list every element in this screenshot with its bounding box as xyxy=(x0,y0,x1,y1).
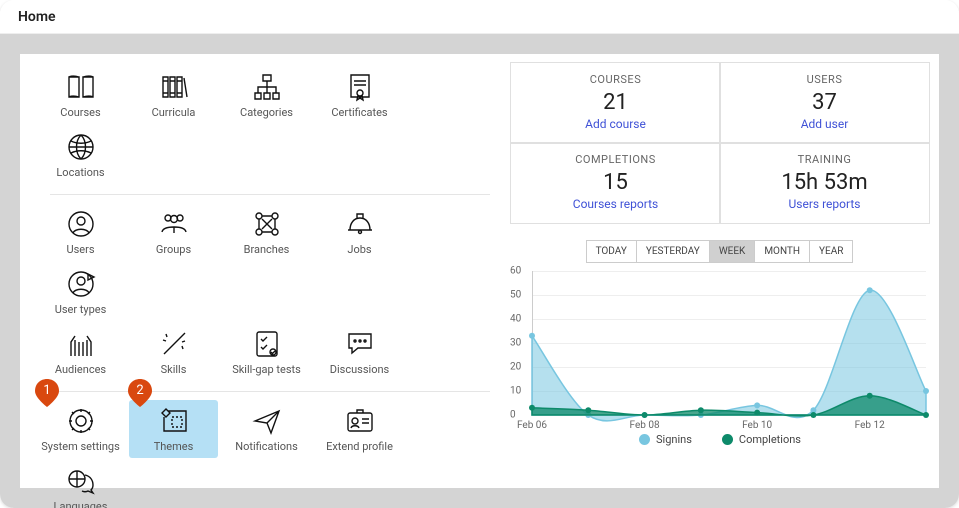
idcard-icon xyxy=(344,405,376,437)
stat-training: TRAINING 15h 53m Users reports xyxy=(719,142,930,224)
tile-languages[interactable]: Languages xyxy=(36,460,125,508)
globe-icon xyxy=(65,131,97,163)
tab-year[interactable]: YEAR xyxy=(809,240,853,263)
tile-courses[interactable]: Courses xyxy=(36,66,125,124)
tile-extend-profile[interactable]: Extend profile xyxy=(315,400,404,458)
groups-icon xyxy=(158,208,190,240)
usertypes-icon xyxy=(65,268,97,300)
branches-icon xyxy=(251,208,283,240)
signins-dot xyxy=(639,434,650,445)
callout-marker: 2 xyxy=(127,378,153,408)
stat-grid: COURSES 21 Add course USERS 37 Add user … xyxy=(510,62,930,224)
hierarchy-icon xyxy=(251,71,283,103)
divider xyxy=(50,194,490,195)
callout-marker: 1 xyxy=(34,378,60,408)
stat-completions: COMPLETIONS 15 Courses reports xyxy=(510,142,721,224)
tile-discussions[interactable]: Discussions xyxy=(315,323,404,381)
tile-branches[interactable]: Branches xyxy=(222,203,311,261)
tab-today[interactable]: TODAY xyxy=(586,240,637,263)
header: Home xyxy=(0,0,959,34)
tile-system-settings[interactable]: System settings1 xyxy=(36,400,125,458)
gear-icon xyxy=(65,405,97,437)
tab-yesterday[interactable]: YESTERDAY xyxy=(636,240,710,263)
add-user-link[interactable]: Add user xyxy=(720,117,929,131)
chart-legend: Signins Completions xyxy=(510,433,930,446)
page-title: Home xyxy=(18,9,56,25)
tile-groups[interactable]: Groups xyxy=(129,203,218,261)
checklist-icon xyxy=(251,328,283,360)
range-tabs: TODAYYESTERDAYWEEKMONTHYEAR xyxy=(510,240,930,263)
stat-users: USERS 37 Add user xyxy=(719,62,930,144)
paperplane-icon xyxy=(251,405,283,437)
tile-users[interactable]: Users xyxy=(36,203,125,261)
tile-skill-gap-tests[interactable]: Skill-gap tests xyxy=(222,323,311,381)
hands-icon xyxy=(65,328,97,360)
tile-locations[interactable]: Locations xyxy=(36,126,125,184)
themes-icon xyxy=(158,405,190,437)
divider xyxy=(50,391,490,392)
activity-chart: 0102030405060Feb 06Feb 08Feb 10Feb 12 xyxy=(510,269,930,431)
chat-icon xyxy=(344,328,376,360)
admin-tiles-panel: CoursesCurriculaCategoriesCertificates Lo… xyxy=(30,62,494,474)
wand-icon xyxy=(158,328,190,360)
tile-categories[interactable]: Categories xyxy=(222,66,311,124)
tile-notifications[interactable]: Notifications xyxy=(222,400,311,458)
user-icon xyxy=(65,208,97,240)
tile-certificates[interactable]: Certificates xyxy=(315,66,404,124)
tab-week[interactable]: WEEK xyxy=(709,240,756,263)
languages-icon xyxy=(65,465,97,497)
tile-audiences[interactable]: Audiences xyxy=(36,323,125,381)
book-icon xyxy=(65,71,97,103)
stat-courses: COURSES 21 Add course xyxy=(510,62,721,144)
tab-month[interactable]: MONTH xyxy=(754,240,810,263)
tile-skills[interactable]: Skills xyxy=(129,323,218,381)
users-reports-link[interactable]: Users reports xyxy=(720,197,929,211)
books-icon xyxy=(158,71,190,103)
tile-curricula[interactable]: Curricula xyxy=(129,66,218,124)
helmet-icon xyxy=(344,208,376,240)
tile-themes[interactable]: Themes2 xyxy=(129,400,218,458)
dashboard-panel: COURSES 21 Add course USERS 37 Add user … xyxy=(510,62,930,474)
tile-user-types[interactable]: User types xyxy=(36,263,125,321)
tile-jobs[interactable]: Jobs xyxy=(315,203,404,261)
courses-reports-link[interactable]: Courses reports xyxy=(511,197,720,211)
add-course-link[interactable]: Add course xyxy=(511,117,720,131)
completions-dot xyxy=(722,434,733,445)
certificate-icon xyxy=(344,71,376,103)
